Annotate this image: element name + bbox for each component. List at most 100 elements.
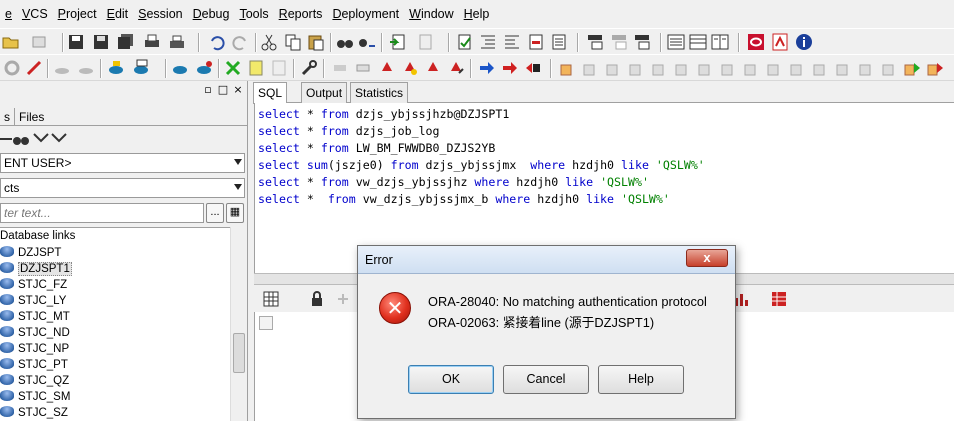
step-6-icon[interactable]: [673, 59, 691, 77]
find-object-icon[interactable]: [12, 130, 30, 148]
ok-button[interactable]: OK: [408, 365, 494, 394]
info-icon[interactable]: [795, 33, 813, 51]
menu-reports[interactable]: Reports: [274, 7, 328, 21]
tab-files[interactable]: Files: [14, 108, 48, 126]
tree-item-selected[interactable]: DZJSPT1: [0, 262, 72, 278]
step-15-icon[interactable]: [880, 59, 898, 77]
add-record-icon[interactable]: [334, 290, 352, 308]
export-grid-icon[interactable]: [770, 290, 788, 308]
tab-output[interactable]: Output: [301, 82, 348, 103]
step-icon[interactable]: [558, 59, 576, 77]
tab-objects[interactable]: s: [0, 108, 14, 126]
arrow-right-red-icon[interactable]: [501, 59, 519, 77]
uncomment-icon[interactable]: [550, 33, 568, 51]
sql-line[interactable]: select * from vw_dzjs_ybjssjmx_b where h…: [258, 192, 670, 209]
record-delete-icon[interactable]: [424, 59, 442, 77]
scrollbar-thumb[interactable]: [233, 333, 245, 373]
stop-icon[interactable]: [524, 59, 542, 77]
rollback-icon[interactable]: [77, 59, 95, 77]
sql-line[interactable]: select * from vw_dzjs_ybjssjhz where hzd…: [258, 175, 649, 192]
record-post-icon[interactable]: [447, 59, 465, 77]
unindent-icon[interactable]: [503, 33, 521, 51]
print-icon[interactable]: [143, 33, 161, 51]
step-8-icon[interactable]: [719, 59, 737, 77]
cancel-button[interactable]: Cancel: [503, 365, 589, 394]
grid-corner-cell[interactable]: [259, 316, 273, 330]
pdf-icon[interactable]: [771, 33, 789, 51]
tab-sql[interactable]: SQL: [253, 82, 288, 104]
menu-deployment[interactable]: Deployment: [327, 7, 404, 21]
menu-file-partial[interactable]: e: [0, 7, 17, 21]
arrow-right-blue-icon[interactable]: [478, 59, 496, 77]
help-button[interactable]: Help: [598, 365, 684, 394]
find-icon[interactable]: [336, 33, 354, 51]
record-red-icon[interactable]: [378, 59, 396, 77]
step-7-icon[interactable]: [696, 59, 714, 77]
cascade-windows-icon[interactable]: [711, 33, 729, 51]
tree-item[interactable]: STJC_FZ: [0, 278, 67, 294]
wrench-icon[interactable]: [300, 59, 318, 77]
sql-line[interactable]: select * from dzjs_ybjssjhzb@DZJSPT1: [258, 107, 509, 124]
menu-debug[interactable]: Debug: [188, 7, 235, 21]
tree-item[interactable]: STJC_LY: [0, 294, 66, 310]
tree-item[interactable]: STJC_QZ: [0, 374, 69, 390]
menu-session[interactable]: Session: [133, 7, 187, 21]
maximize-icon[interactable]: □: [217, 84, 229, 96]
open-folder-icon[interactable]: [2, 33, 20, 51]
oracle-icon[interactable]: [747, 33, 765, 51]
db-object-2-icon[interactable]: [610, 33, 628, 51]
sql-line[interactable]: select sum(jszje0) from dzjs_ybjssjmx wh…: [258, 158, 705, 175]
run-red-icon[interactable]: [926, 59, 944, 77]
step-9-icon[interactable]: [742, 59, 760, 77]
step-10-icon[interactable]: [765, 59, 783, 77]
sql-window-icon[interactable]: [132, 59, 150, 77]
tree-scrollbar[interactable]: [230, 227, 247, 421]
user-selector[interactable]: ENT USER>: [0, 153, 245, 173]
menu-edit[interactable]: Edit: [102, 7, 134, 21]
close-button[interactable]: x: [686, 249, 728, 267]
redo-icon[interactable]: [231, 33, 249, 51]
filter-icon[interactable]: [32, 130, 50, 148]
commit-icon[interactable]: [53, 59, 71, 77]
copy-icon[interactable]: [284, 33, 302, 51]
close-panel-icon[interactable]: ×: [232, 84, 244, 96]
sql-line[interactable]: select * from LW_BM_FWWDB0_DZJS2YB: [258, 141, 495, 158]
log-on-icon[interactable]: [107, 59, 125, 77]
filter-options-button[interactable]: ...: [206, 203, 224, 223]
menu-vcs[interactable]: VCS: [17, 7, 53, 21]
save-icon[interactable]: [67, 33, 85, 51]
tree-item[interactable]: STJC_MT: [0, 310, 70, 326]
clear-icon[interactable]: [354, 59, 372, 77]
paste-icon[interactable]: [307, 33, 325, 51]
explain-plan-icon[interactable]: [224, 59, 242, 77]
indent-icon[interactable]: [479, 33, 497, 51]
object-type-selector[interactable]: cts: [0, 178, 245, 198]
filter-input[interactable]: ter text...: [0, 203, 204, 223]
filter-toggle-button[interactable]: ▦: [226, 203, 244, 223]
gears-icon[interactable]: [3, 59, 21, 77]
tree-item[interactable]: STJC_NP: [0, 342, 69, 358]
sql-line[interactable]: select * from dzjs_job_log: [258, 124, 440, 141]
menu-tools[interactable]: Tools: [234, 7, 273, 21]
menu-project[interactable]: Project: [53, 7, 102, 21]
menu-window[interactable]: Window: [404, 7, 458, 21]
step-4-icon[interactable]: [627, 59, 645, 77]
grid-select-icon[interactable]: [262, 290, 280, 308]
cut-icon[interactable]: [260, 33, 278, 51]
pin-icon[interactable]: ▫: [202, 84, 214, 96]
step-5-icon[interactable]: [650, 59, 668, 77]
lock-icon[interactable]: [308, 290, 326, 308]
tree-folder-database-links[interactable]: Database links: [0, 230, 75, 246]
tree-item[interactable]: DZJSPT: [0, 246, 61, 262]
step-11-icon[interactable]: [788, 59, 806, 77]
step-3-icon[interactable]: [604, 59, 622, 77]
step-14-icon[interactable]: [857, 59, 875, 77]
step-12-icon[interactable]: [811, 59, 829, 77]
disconnect-icon[interactable]: [195, 59, 213, 77]
connect-icon[interactable]: [171, 59, 189, 77]
tab-statistics[interactable]: Statistics: [350, 82, 409, 103]
step-2-icon[interactable]: [581, 59, 599, 77]
run-green-icon[interactable]: [903, 59, 921, 77]
tile-windows-icon[interactable]: [689, 33, 707, 51]
tree-item[interactable]: STJC_PT: [0, 358, 68, 374]
